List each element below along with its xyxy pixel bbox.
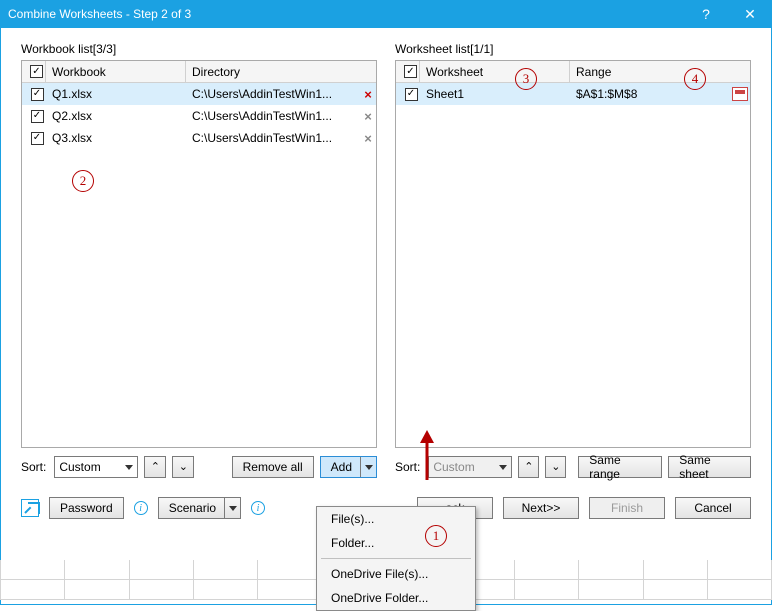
workbook-panel: Workbook list[3/3] ✓ Workbook Directory … [21, 42, 377, 480]
popout-icon[interactable] [21, 499, 39, 517]
workbook-dir: C:\Users\AddinTestWin1... [186, 105, 354, 127]
workbook-header-name[interactable]: Workbook [46, 61, 186, 82]
workbook-name: Q2.xlsx [46, 105, 186, 127]
next-button[interactable]: Next>> [503, 497, 579, 519]
checkbox-icon[interactable]: ✓ [31, 132, 44, 145]
move-up-button[interactable]: ⌃ [144, 456, 166, 478]
chevron-up-icon: ⌃ [524, 462, 533, 473]
info-icon[interactable]: i [251, 501, 265, 515]
menu-item-onedrive-folder[interactable]: OneDrive Folder... [317, 586, 475, 610]
checkbox-icon: ✓ [404, 65, 417, 78]
remove-row-icon[interactable]: × [364, 109, 372, 124]
chevron-down-icon [365, 465, 373, 470]
worksheet-grid[interactable]: ✓ Worksheet Range ✓ Sheet1 $A$1:$M$8 [395, 60, 751, 448]
chevron-down-icon: ⌄ [179, 462, 188, 473]
workbook-sort-combo[interactable]: Custom [54, 456, 138, 478]
menu-item-folder[interactable]: Folder... [317, 531, 475, 555]
workbook-row[interactable]: ✓ Q2.xlsx C:\Users\AddinTestWin1... × [22, 105, 376, 127]
checkbox-icon[interactable]: ✓ [31, 88, 44, 101]
worksheet-header-range[interactable]: Range [570, 61, 750, 82]
worksheet-name: Sheet1 [420, 83, 570, 105]
checkbox-icon[interactable]: ✓ [405, 88, 418, 101]
worksheet-panel: Worksheet list[1/1] ✓ Worksheet Range ✓ … [395, 42, 751, 480]
help-button[interactable]: ? [684, 0, 728, 28]
add-dropdown-toggle[interactable] [360, 457, 376, 477]
move-up-button[interactable]: ⌃ [518, 456, 539, 478]
worksheet-list-label: Worksheet list[1/1] [395, 42, 751, 56]
chevron-down-icon: ⌄ [551, 462, 560, 473]
menu-separator [321, 558, 471, 559]
move-down-button[interactable]: ⌄ [172, 456, 194, 478]
info-icon[interactable]: i [134, 501, 148, 515]
add-button[interactable]: Add [320, 456, 377, 478]
chevron-down-icon [499, 465, 507, 470]
range-select-icon[interactable] [732, 87, 748, 101]
worksheet-sort-combo[interactable]: Custom [428, 456, 512, 478]
scenario-dropdown-toggle[interactable] [224, 498, 240, 518]
workbook-grid[interactable]: ✓ Workbook Directory ✓ Q1.xlsx C:\Users\… [21, 60, 377, 448]
worksheet-header-name[interactable]: Worksheet [420, 61, 570, 82]
finish-button[interactable]: Finish [589, 497, 665, 519]
workbook-header-checkbox[interactable]: ✓ [22, 61, 46, 82]
same-sheet-button[interactable]: Same sheet [668, 456, 751, 478]
workbook-row[interactable]: ✓ Q3.xlsx C:\Users\AddinTestWin1... × [22, 127, 376, 149]
menu-item-files[interactable]: File(s)... [317, 507, 475, 531]
sort-label: Sort: [21, 460, 46, 474]
scenario-button[interactable]: Scenario [158, 497, 241, 519]
workbook-name: Q3.xlsx [46, 127, 186, 149]
remove-all-button[interactable]: Remove all [232, 456, 314, 478]
chevron-down-icon [125, 465, 133, 470]
workbook-dir: C:\Users\AddinTestWin1... [186, 127, 354, 149]
workbook-name: Q1.xlsx [46, 83, 186, 105]
workbook-list-label: Workbook list[3/3] [21, 42, 377, 56]
chevron-up-icon: ⌃ [151, 462, 160, 473]
password-button[interactable]: Password [49, 497, 124, 519]
move-down-button[interactable]: ⌄ [545, 456, 566, 478]
menu-item-onedrive-files[interactable]: OneDrive File(s)... [317, 562, 475, 586]
add-menu: File(s)... Folder... OneDrive File(s)...… [316, 506, 476, 611]
chevron-down-icon [229, 506, 237, 511]
workbook-row[interactable]: ✓ Q1.xlsx C:\Users\AddinTestWin1... × [22, 83, 376, 105]
worksheet-range: $A$1:$M$8 [570, 83, 724, 105]
cancel-button[interactable]: Cancel [675, 497, 751, 519]
remove-row-icon[interactable]: × [364, 131, 372, 146]
worksheet-row[interactable]: ✓ Sheet1 $A$1:$M$8 [396, 83, 750, 105]
same-range-button[interactable]: Same range [578, 456, 662, 478]
remove-row-icon[interactable]: × [364, 87, 372, 102]
checkbox-icon: ✓ [30, 65, 43, 78]
titlebar: Combine Worksheets - Step 2 of 3 ? ✕ [0, 0, 772, 28]
worksheet-header-checkbox[interactable]: ✓ [396, 61, 420, 82]
checkbox-icon[interactable]: ✓ [31, 110, 44, 123]
window-title: Combine Worksheets - Step 2 of 3 [8, 7, 684, 21]
close-button[interactable]: ✕ [728, 0, 772, 28]
sort-label: Sort: [395, 460, 420, 474]
workbook-dir: C:\Users\AddinTestWin1... [186, 83, 354, 105]
workbook-header-directory[interactable]: Directory [186, 61, 376, 82]
